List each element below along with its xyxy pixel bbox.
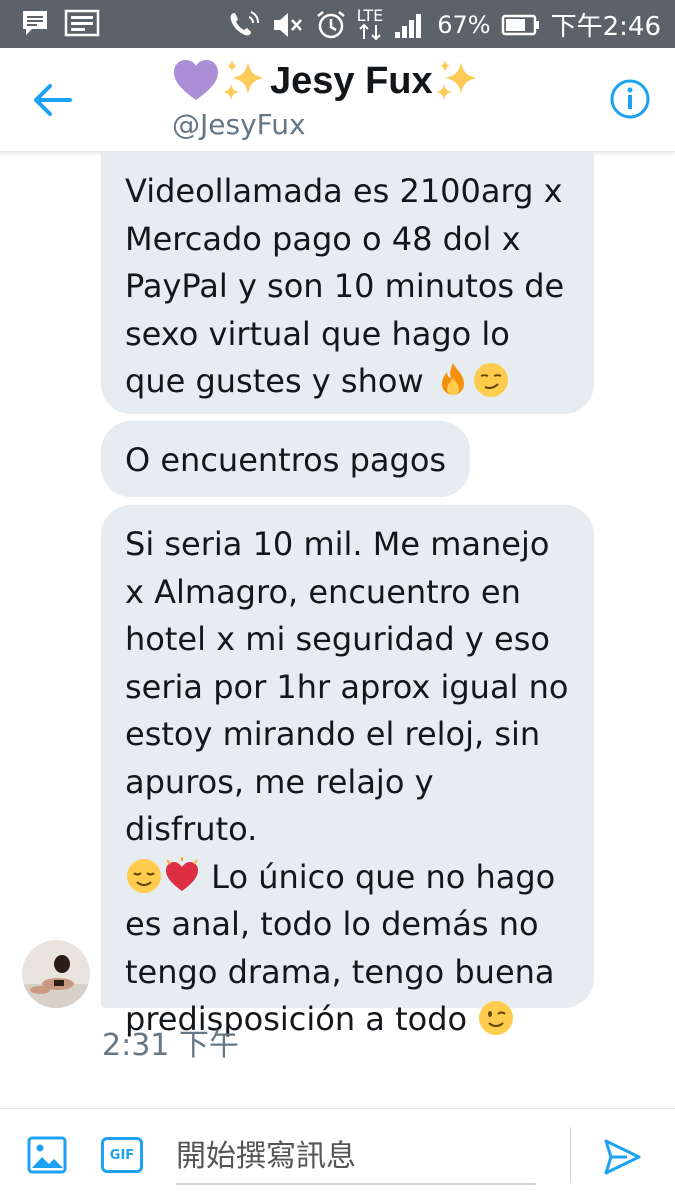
conversation-header: Jesy Fux @JesyFux: [0, 48, 675, 152]
sparkling-heart-emoji-icon: [166, 856, 198, 891]
message-line: O encuentros pagos: [125, 441, 447, 479]
message-line: PayPal y son 10 minutos de: [125, 267, 565, 305]
message-line: apuros, me relajo y disfruto.: [125, 762, 434, 849]
message-line-with-emoji: Lo único que no hago: [125, 854, 574, 902]
gif-button[interactable]: GIF: [101, 1137, 143, 1173]
message-line: hotel x mi seguridad y eso: [125, 620, 550, 658]
display-name: Jesy Fux: [270, 59, 433, 102]
send-icon[interactable]: [602, 1137, 642, 1177]
fire-emoji-icon: [441, 363, 464, 395]
back-arrow-icon[interactable]: [30, 80, 74, 120]
signal-icon: [395, 13, 422, 38]
message-bubble[interactable]: O encuentros pagos: [101, 421, 470, 497]
sparkles-icon: [223, 60, 264, 100]
message-input[interactable]: [176, 1129, 536, 1185]
composer-divider: [570, 1127, 571, 1183]
smirk-emoji-icon: [473, 363, 508, 397]
conversation-title[interactable]: Jesy Fux @JesyFux: [172, 56, 481, 141]
alarm-icon: [316, 10, 345, 38]
message-timestamp: 2:31 下午: [102, 1028, 239, 1063]
message-line: x Almagro, encuentro en: [125, 572, 521, 611]
info-icon[interactable]: [609, 78, 651, 120]
battery-icon: [501, 14, 539, 35]
message-notification-icon: [23, 11, 47, 35]
message-bubble[interactable]: Si seria 10 mil. Me manejo x Almagro, en…: [101, 505, 594, 1038]
photo-icon[interactable]: [27, 1135, 67, 1175]
avatar[interactable]: [22, 940, 90, 1008]
hd-voice-icon: [230, 10, 259, 35]
image-notification-icon: [64, 9, 100, 37]
message-line: que gustes y show: [125, 362, 424, 400]
message-composer: GIF: [0, 1108, 675, 1200]
battery-percent: 67%: [437, 10, 491, 39]
clock: 下午2:46: [550, 12, 661, 42]
message-line: Videollamada es 2100arg x: [125, 172, 563, 210]
message-line: seria por 1hr aprox igual no: [125, 667, 569, 706]
message-line: sexo virtual que hago lo: [125, 314, 510, 353]
mute-icon: [273, 12, 302, 37]
message-line-with-emoji: que gustes y show: [125, 358, 574, 406]
status-bar: LTE 67% 下午2:46: [0, 0, 675, 48]
lte-indicator: LTE: [356, 5, 384, 25]
message-line: Lo único que no hago: [211, 857, 556, 896]
sparkles-icon: [435, 60, 477, 100]
purple-heart-icon: [174, 60, 218, 100]
message-line: tengo drama, tengo buena: [125, 952, 555, 991]
message-bubble[interactable]: Videollamada es 2100arg x Mercado pago o…: [101, 152, 594, 414]
wink-emoji-icon: [479, 1001, 514, 1035]
relieved-emoji-icon: [127, 858, 161, 893]
data-arrows-icon: [359, 23, 381, 40]
message-line: es anal, todo lo demás no: [125, 905, 539, 943]
message-line: estoy mirando el reloj, sin: [125, 715, 541, 753]
message-line: Mercado pago o 48 dol x: [125, 219, 521, 258]
user-handle: @JesyFux: [172, 108, 306, 141]
message-line: Si seria 10 mil. Me manejo: [125, 525, 550, 563]
